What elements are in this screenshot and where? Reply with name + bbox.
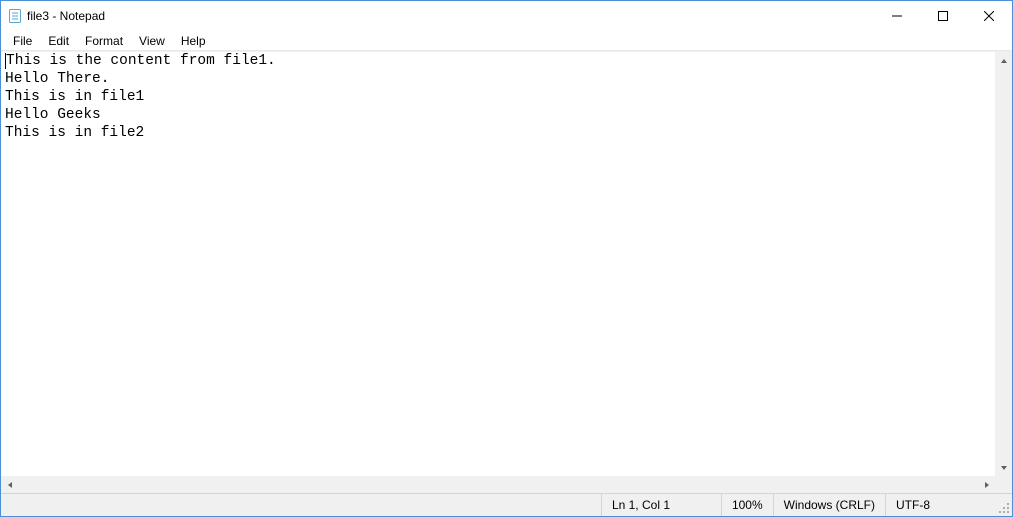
vertical-scroll-track[interactable] (995, 69, 1012, 459)
scroll-left-arrow-icon[interactable] (1, 476, 18, 493)
menu-file[interactable]: File (5, 32, 40, 50)
text-content: This is the content from file1. Hello Th… (5, 53, 276, 141)
statusbar: Ln 1, Col 1 100% Windows (CRLF) UTF-8 (1, 493, 1012, 516)
horizontal-scroll-track[interactable] (18, 476, 978, 493)
menu-format[interactable]: Format (77, 32, 131, 50)
scroll-up-arrow-icon[interactable] (995, 52, 1012, 69)
vertical-scrollbar[interactable] (995, 52, 1012, 476)
text-editor[interactable]: This is the content from file1. Hello Th… (1, 52, 995, 476)
window-title: file3 - Notepad (27, 9, 105, 23)
text-cursor (5, 53, 6, 69)
status-zoom: 100% (721, 494, 773, 516)
status-cursor-position: Ln 1, Col 1 (601, 494, 721, 516)
close-button[interactable] (966, 1, 1012, 31)
titlebar[interactable]: file3 - Notepad (1, 1, 1012, 31)
minimize-button[interactable] (874, 1, 920, 31)
status-encoding: UTF-8 (885, 494, 995, 516)
horizontal-scrollbar[interactable] (1, 476, 1012, 493)
resize-grip-icon[interactable] (995, 494, 1012, 516)
scrollbar-corner (995, 476, 1012, 493)
notepad-window: file3 - Notepad File Edit Format View He… (0, 0, 1013, 517)
menubar: File Edit Format View Help (1, 31, 1012, 51)
status-line-ending: Windows (CRLF) (773, 494, 885, 516)
scroll-down-arrow-icon[interactable] (995, 459, 1012, 476)
notepad-icon (7, 8, 23, 24)
scroll-right-arrow-icon[interactable] (978, 476, 995, 493)
menu-view[interactable]: View (131, 32, 173, 50)
menu-edit[interactable]: Edit (40, 32, 77, 50)
maximize-button[interactable] (920, 1, 966, 31)
menu-help[interactable]: Help (173, 32, 214, 50)
editor-area: This is the content from file1. Hello Th… (1, 51, 1012, 476)
window-controls (874, 1, 1012, 31)
